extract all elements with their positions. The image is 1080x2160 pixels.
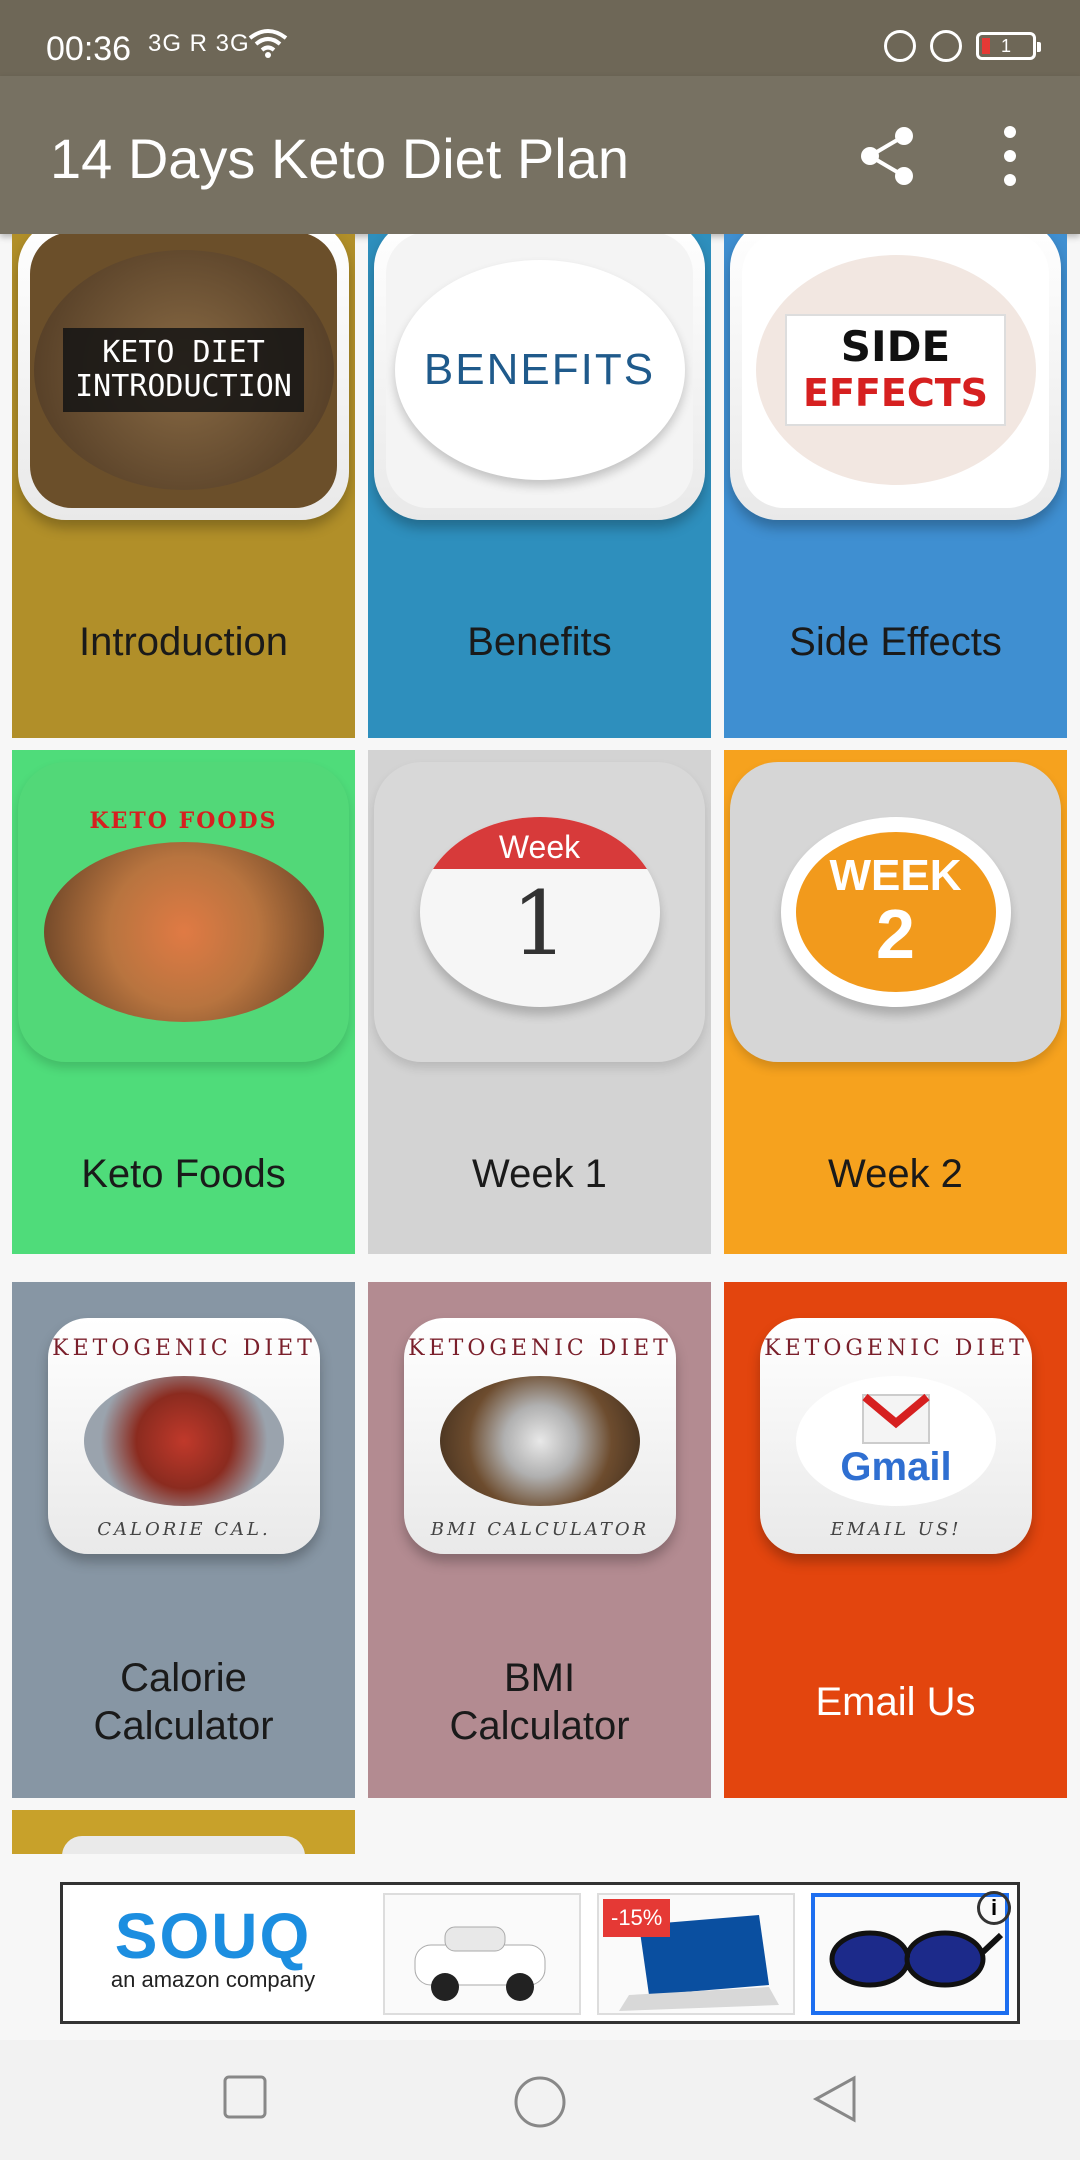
side-effects-icon: SIDE EFFECTS: [730, 234, 1061, 520]
battery-icon: 1: [976, 32, 1041, 60]
app-bar: 14 Days Keto Diet Plan: [0, 76, 1080, 234]
ad-brand: SOUQ: [114, 1900, 312, 1972]
tile-partial[interactable]: [12, 1810, 355, 1854]
gmail-envelope-icon: [862, 1393, 930, 1444]
bmi-calculator-icon: KETOGENIC DIET BMI CALCULATOR: [404, 1318, 676, 1554]
wifi-icon: [248, 29, 288, 58]
app-title: 14 Days Keto Diet Plan: [50, 127, 629, 190]
signal-icon: 3G R 3G: [148, 30, 250, 57]
tile-label: Week 2: [828, 1152, 963, 1196]
side-effects-icon-text-2: EFFECTS: [802, 371, 988, 415]
tile-label-2: Calculator: [449, 1704, 630, 1748]
tile-label: Side Effects: [789, 620, 1002, 664]
week-1-icon-text-2: 1: [511, 872, 568, 975]
tile-label-1: Calorie: [120, 1656, 247, 1700]
week-2-icon-text-1: WEEK: [829, 851, 962, 900]
tile-label-2: Calculator: [93, 1704, 274, 1748]
keto-foods-icon: KETO FOODS: [18, 762, 349, 1062]
ad-banner[interactable]: SOUQ an amazon company -15% i: [60, 1882, 1020, 2024]
side-effects-icon-text-1: SIDE: [840, 322, 951, 371]
menu-grid: KETO DIET INTRODUCTION Introduction BENE…: [0, 234, 1080, 1854]
tile-week-2[interactable]: WEEK 2 Week 2: [724, 750, 1067, 1254]
status-time: 00:36: [46, 30, 132, 68]
ad-info-icon[interactable]: i: [977, 1891, 1011, 1925]
week-2-icon: WEEK 2: [730, 762, 1061, 1062]
toy-car-image: [414, 1926, 546, 2001]
ad-product-laptop[interactable]: -15%: [597, 1893, 795, 2015]
tile-label: Introduction: [78, 620, 289, 664]
status-bar: 00:36 3G R 3G 1: [0, 0, 1080, 76]
bmi-icon-text-1: KETOGENIC DIET: [408, 1336, 672, 1361]
souq-logo[interactable]: SOUQ an amazon company: [83, 1899, 343, 2009]
benefits-icon: BENEFITS: [374, 234, 705, 520]
calorie-icon-text-2: CALORIE CAL.: [97, 1519, 271, 1540]
more-options-icon[interactable]: [990, 126, 1030, 186]
tile-side-effects[interactable]: SIDE EFFECTS Side Effects: [724, 234, 1067, 738]
tile-week-1[interactable]: Week 1 Week 1: [368, 750, 711, 1254]
navigation-bar: [0, 2040, 1080, 2160]
alarm-icon: [930, 30, 962, 62]
tile-benefits[interactable]: BENEFITS Benefits: [368, 234, 711, 738]
recent-apps-icon[interactable]: [222, 2074, 268, 2120]
keto-foods-icon-text: KETO FOODS: [89, 808, 278, 834]
email-icon-text-1: KETOGENIC DIET: [764, 1336, 1028, 1361]
discount-badge: -15%: [603, 1899, 671, 1937]
week-2-icon-text-2: 2: [876, 895, 915, 973]
ad-product-car[interactable]: [383, 1893, 581, 2015]
introduction-icon-text-2: INTRODUCTION: [75, 369, 292, 404]
bmi-icon-text-2: BMI CALCULATOR: [430, 1519, 650, 1540]
sunglasses-image: [829, 1930, 1004, 1988]
tile-label: Keto Foods: [81, 1152, 286, 1196]
battery-level: 1: [1000, 35, 1011, 56]
tile-label: Benefits: [467, 620, 612, 664]
calorie-icon-text-1: KETOGENIC DIET: [52, 1336, 316, 1361]
lock-icon: [884, 30, 916, 62]
introduction-icon-text-1: KETO DIET: [102, 335, 265, 370]
share-icon[interactable]: [856, 124, 920, 188]
email-icon-text-2: EMAIL US!: [830, 1519, 962, 1540]
tile-introduction[interactable]: KETO DIET INTRODUCTION Introduction: [12, 234, 355, 738]
home-icon[interactable]: [512, 2074, 568, 2130]
benefits-icon-text: BENEFITS: [423, 345, 656, 394]
email-icon-text-3: Gmail: [840, 1444, 952, 1489]
tile-label: Week 1: [472, 1152, 607, 1196]
tile-calorie-calculator[interactable]: KETOGENIC DIET CALORIE CAL. Calorie Calc…: [12, 1282, 355, 1798]
email-us-icon: KETOGENIC DIET Gmail EMAIL US!: [760, 1318, 1032, 1554]
calorie-calculator-icon: KETOGENIC DIET CALORIE CAL.: [48, 1318, 320, 1554]
week-1-icon-text-1: Week: [419, 817, 660, 869]
week-1-icon: Week 1: [374, 762, 705, 1062]
introduction-icon: KETO DIET INTRODUCTION: [18, 234, 349, 520]
tile-bmi-calculator[interactable]: KETOGENIC DIET BMI CALCULATOR BMI Calcul…: [368, 1282, 711, 1798]
back-icon[interactable]: [810, 2074, 860, 2124]
tile-email-us[interactable]: KETOGENIC DIET Gmail EMAIL US! Email Us: [724, 1282, 1067, 1798]
tile-label: Email Us: [815, 1680, 976, 1724]
tile-label-1: BMI: [503, 1656, 576, 1700]
ad-tagline: an amazon company: [110, 1967, 316, 1992]
tile-keto-foods[interactable]: KETO FOODS Keto Foods: [12, 750, 355, 1254]
